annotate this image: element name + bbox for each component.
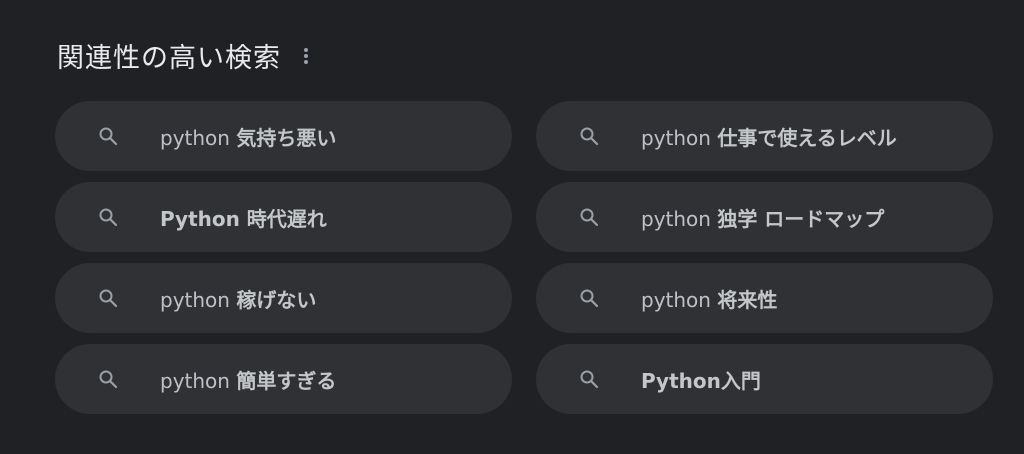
related-search-chip[interactable]: python 簡単すぎる (55, 344, 512, 414)
related-search-chip[interactable]: python 仕事で使えるレベル (536, 101, 993, 171)
search-icon (578, 287, 600, 309)
related-search-chip[interactable]: python 独学 ロードマップ (536, 182, 993, 252)
search-icon (97, 125, 119, 147)
related-search-label: python 仕事で使えるレベル (641, 125, 897, 150)
search-icon (578, 206, 600, 228)
search-icon (578, 368, 600, 390)
related-search-label: python 気持ち悪い (160, 125, 337, 150)
related-search-chip[interactable]: python 気持ち悪い (55, 101, 512, 171)
section-title: 関連性の高い検索 (57, 43, 281, 74)
related-search-chip[interactable]: python 将来性 (536, 263, 993, 333)
search-icon (97, 287, 119, 309)
more-vert-icon[interactable] (299, 43, 313, 69)
related-search-label: python 独学 ロードマップ (641, 206, 885, 231)
related-search-chip[interactable]: Python 時代遅れ (55, 182, 512, 252)
related-search-label: Python 時代遅れ (160, 206, 327, 231)
search-icon (97, 368, 119, 390)
related-search-label: python 稼げない (160, 287, 317, 312)
related-search-label: python 簡単すぎる (160, 368, 337, 393)
search-icon (578, 125, 600, 147)
related-searches-grid: python 気持ち悪い python 仕事で使えるレベル Python 時代遅… (55, 101, 993, 414)
search-icon (97, 206, 119, 228)
related-search-chip[interactable]: Python入門 (536, 344, 993, 414)
related-search-label: python 将来性 (641, 287, 778, 312)
related-search-chip[interactable]: python 稼げない (55, 263, 512, 333)
related-searches-header: 関連性の高い検索 (57, 36, 313, 75)
related-search-label: Python入門 (641, 368, 761, 393)
